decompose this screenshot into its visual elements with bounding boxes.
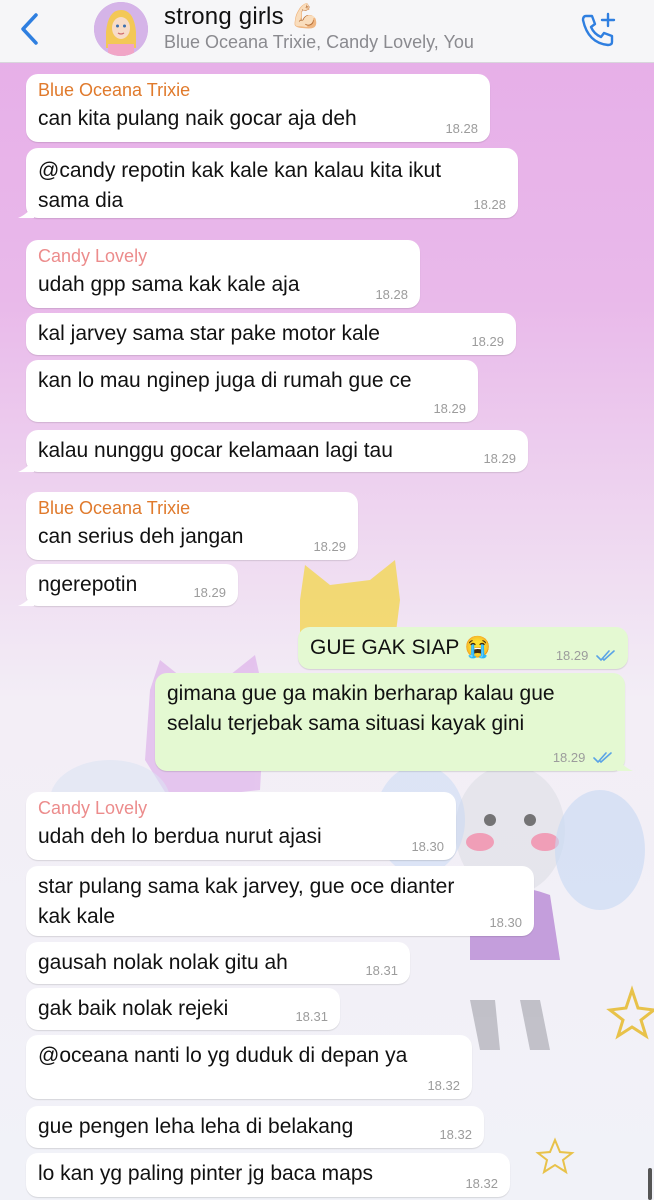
message-time: 18.30: [489, 915, 522, 930]
message-bubble-incoming[interactable]: Candy Lovely udah deh lo berdua nurut aj…: [26, 792, 456, 860]
message-bubble-incoming[interactable]: @candy repotin kak kale kan kalau kita i…: [18, 148, 518, 218]
message-text: can serius deh jangan: [38, 525, 244, 548]
sender-name: Blue Oceana Trixie: [38, 498, 191, 518]
message-time: 18.28: [473, 197, 506, 212]
group-avatar[interactable]: [94, 2, 148, 56]
chat-title[interactable]: strong girls 💪🏻: [164, 2, 321, 31]
message-time: 18.31: [295, 1009, 328, 1024]
message-bubble-incoming[interactable]: Candy Lovely udah gpp sama kak kale aja …: [26, 240, 420, 308]
message-time: 18.28: [445, 121, 478, 136]
message-text: udah deh lo berdua nurut ajasi: [38, 825, 322, 848]
message-text: kalau nunggu gocar kelamaan lagi tau: [38, 439, 393, 462]
message-text: can kita pulang naik gocar aja deh: [38, 107, 357, 130]
message-time: 18.29: [471, 334, 504, 349]
bubble-tail: [18, 204, 34, 218]
double-check-icon: [593, 752, 612, 764]
message-time: 18.29: [556, 648, 616, 663]
message-time: 18.32: [427, 1078, 460, 1093]
message-text: gausah nolak nolak gitu ah: [38, 951, 288, 974]
double-check-icon: [596, 650, 615, 662]
message-text: @candy repotin kak kale kan kalau kita i…: [38, 159, 442, 212]
message-time-text: 18.29: [555, 648, 589, 663]
sender-name: Blue Oceana Trixie: [38, 80, 191, 100]
message-bubble-incoming[interactable]: Blue Oceana Trixie can kita pulang naik …: [26, 74, 490, 142]
message-time: 18.29: [483, 451, 516, 466]
message-bubble-incoming[interactable]: Blue Oceana Trixie can serius deh jangan…: [26, 492, 358, 560]
star-drawing-small: [535, 1137, 575, 1175]
flexed-biceps-emoji: 💪🏻: [290, 3, 321, 30]
message-time: 18.29: [193, 585, 226, 600]
bubble-tail: [18, 592, 34, 606]
message-bubble-incoming[interactable]: @oceana nanti lo yg duduk di depan ya 18…: [26, 1035, 472, 1099]
back-chevron-icon[interactable]: [16, 12, 44, 46]
message-bubble-incoming[interactable]: gue pengen leha leha di belakang 18.32: [26, 1106, 484, 1148]
message-text: gak baik nolak rejeki: [38, 997, 229, 1020]
message-text: kan lo mau nginep juga di rumah gue ce: [38, 369, 412, 392]
message-bubble-incoming[interactable]: kan lo mau nginep juga di rumah gue ce 1…: [26, 360, 478, 422]
chat-header: strong girls 💪🏻 Blue Oceana Trixie, Cand…: [0, 0, 654, 63]
sender-name: Candy Lovely: [38, 246, 148, 266]
message-bubble-incoming[interactable]: kal jarvey sama star pake motor kale 18.…: [26, 313, 516, 355]
message-time-text: 18.29: [552, 750, 586, 765]
bubble-tail: [18, 458, 34, 472]
sender-name: Candy Lovely: [38, 798, 148, 818]
message-bubble-outgoing[interactable]: gimana gue ga makin berharap kalau gue s…: [155, 673, 633, 771]
message-time: 18.29: [433, 401, 466, 416]
bubble-tail: [617, 757, 633, 771]
message-time: 18.28: [375, 287, 408, 302]
message-bubble-incoming[interactable]: kalau nunggu gocar kelamaan lagi tau 18.…: [18, 430, 528, 472]
chat-screen: strong girls 💪🏻 Blue Oceana Trixie, Cand…: [0, 0, 654, 1200]
message-bubble-incoming[interactable]: gak baik nolak rejeki 18.31: [26, 988, 340, 1030]
message-text: @oceana nanti lo yg duduk di depan ya: [38, 1044, 408, 1067]
message-text: udah gpp sama kak kale aja: [38, 273, 300, 296]
message-text: gue pengen leha leha di belakang: [38, 1115, 354, 1138]
message-time: 18.29: [313, 539, 346, 554]
message-text: star pulang sama kak jarvey, gue oce dia…: [38, 875, 455, 928]
message-bubble-incoming[interactable]: star pulang sama kak jarvey, gue oce dia…: [26, 866, 534, 936]
star-drawing: [606, 985, 654, 1040]
message-bubble-outgoing[interactable]: GUE GAK SIAP 😭 18.29: [298, 627, 628, 669]
message-bubble-incoming[interactable]: gausah nolak nolak gitu ah 18.31: [26, 942, 410, 984]
chat-participants[interactable]: Blue Oceana Trixie, Candy Lovely, You: [164, 32, 474, 53]
message-text: lo kan yg paling pinter jg baca maps: [38, 1162, 374, 1185]
message-bubble-incoming[interactable]: lo kan yg paling pinter jg baca maps 18.…: [26, 1153, 510, 1197]
message-time: 18.31: [365, 963, 398, 978]
message-bubble-incoming[interactable]: ngerepotin 18.29: [18, 564, 238, 606]
message-text: gimana gue ga makin berharap kalau gue s…: [167, 682, 555, 735]
message-time: 18.30: [411, 839, 444, 854]
message-text: kal jarvey sama star pake motor kale: [38, 322, 380, 345]
scrollbar-thumb[interactable]: [648, 1168, 652, 1200]
message-time: 18.32: [439, 1127, 472, 1142]
add-call-icon[interactable]: [578, 10, 618, 48]
message-time: 18.32: [465, 1176, 498, 1191]
message-time: 18.29: [553, 750, 613, 765]
chat-title-text: strong girls: [164, 3, 284, 30]
